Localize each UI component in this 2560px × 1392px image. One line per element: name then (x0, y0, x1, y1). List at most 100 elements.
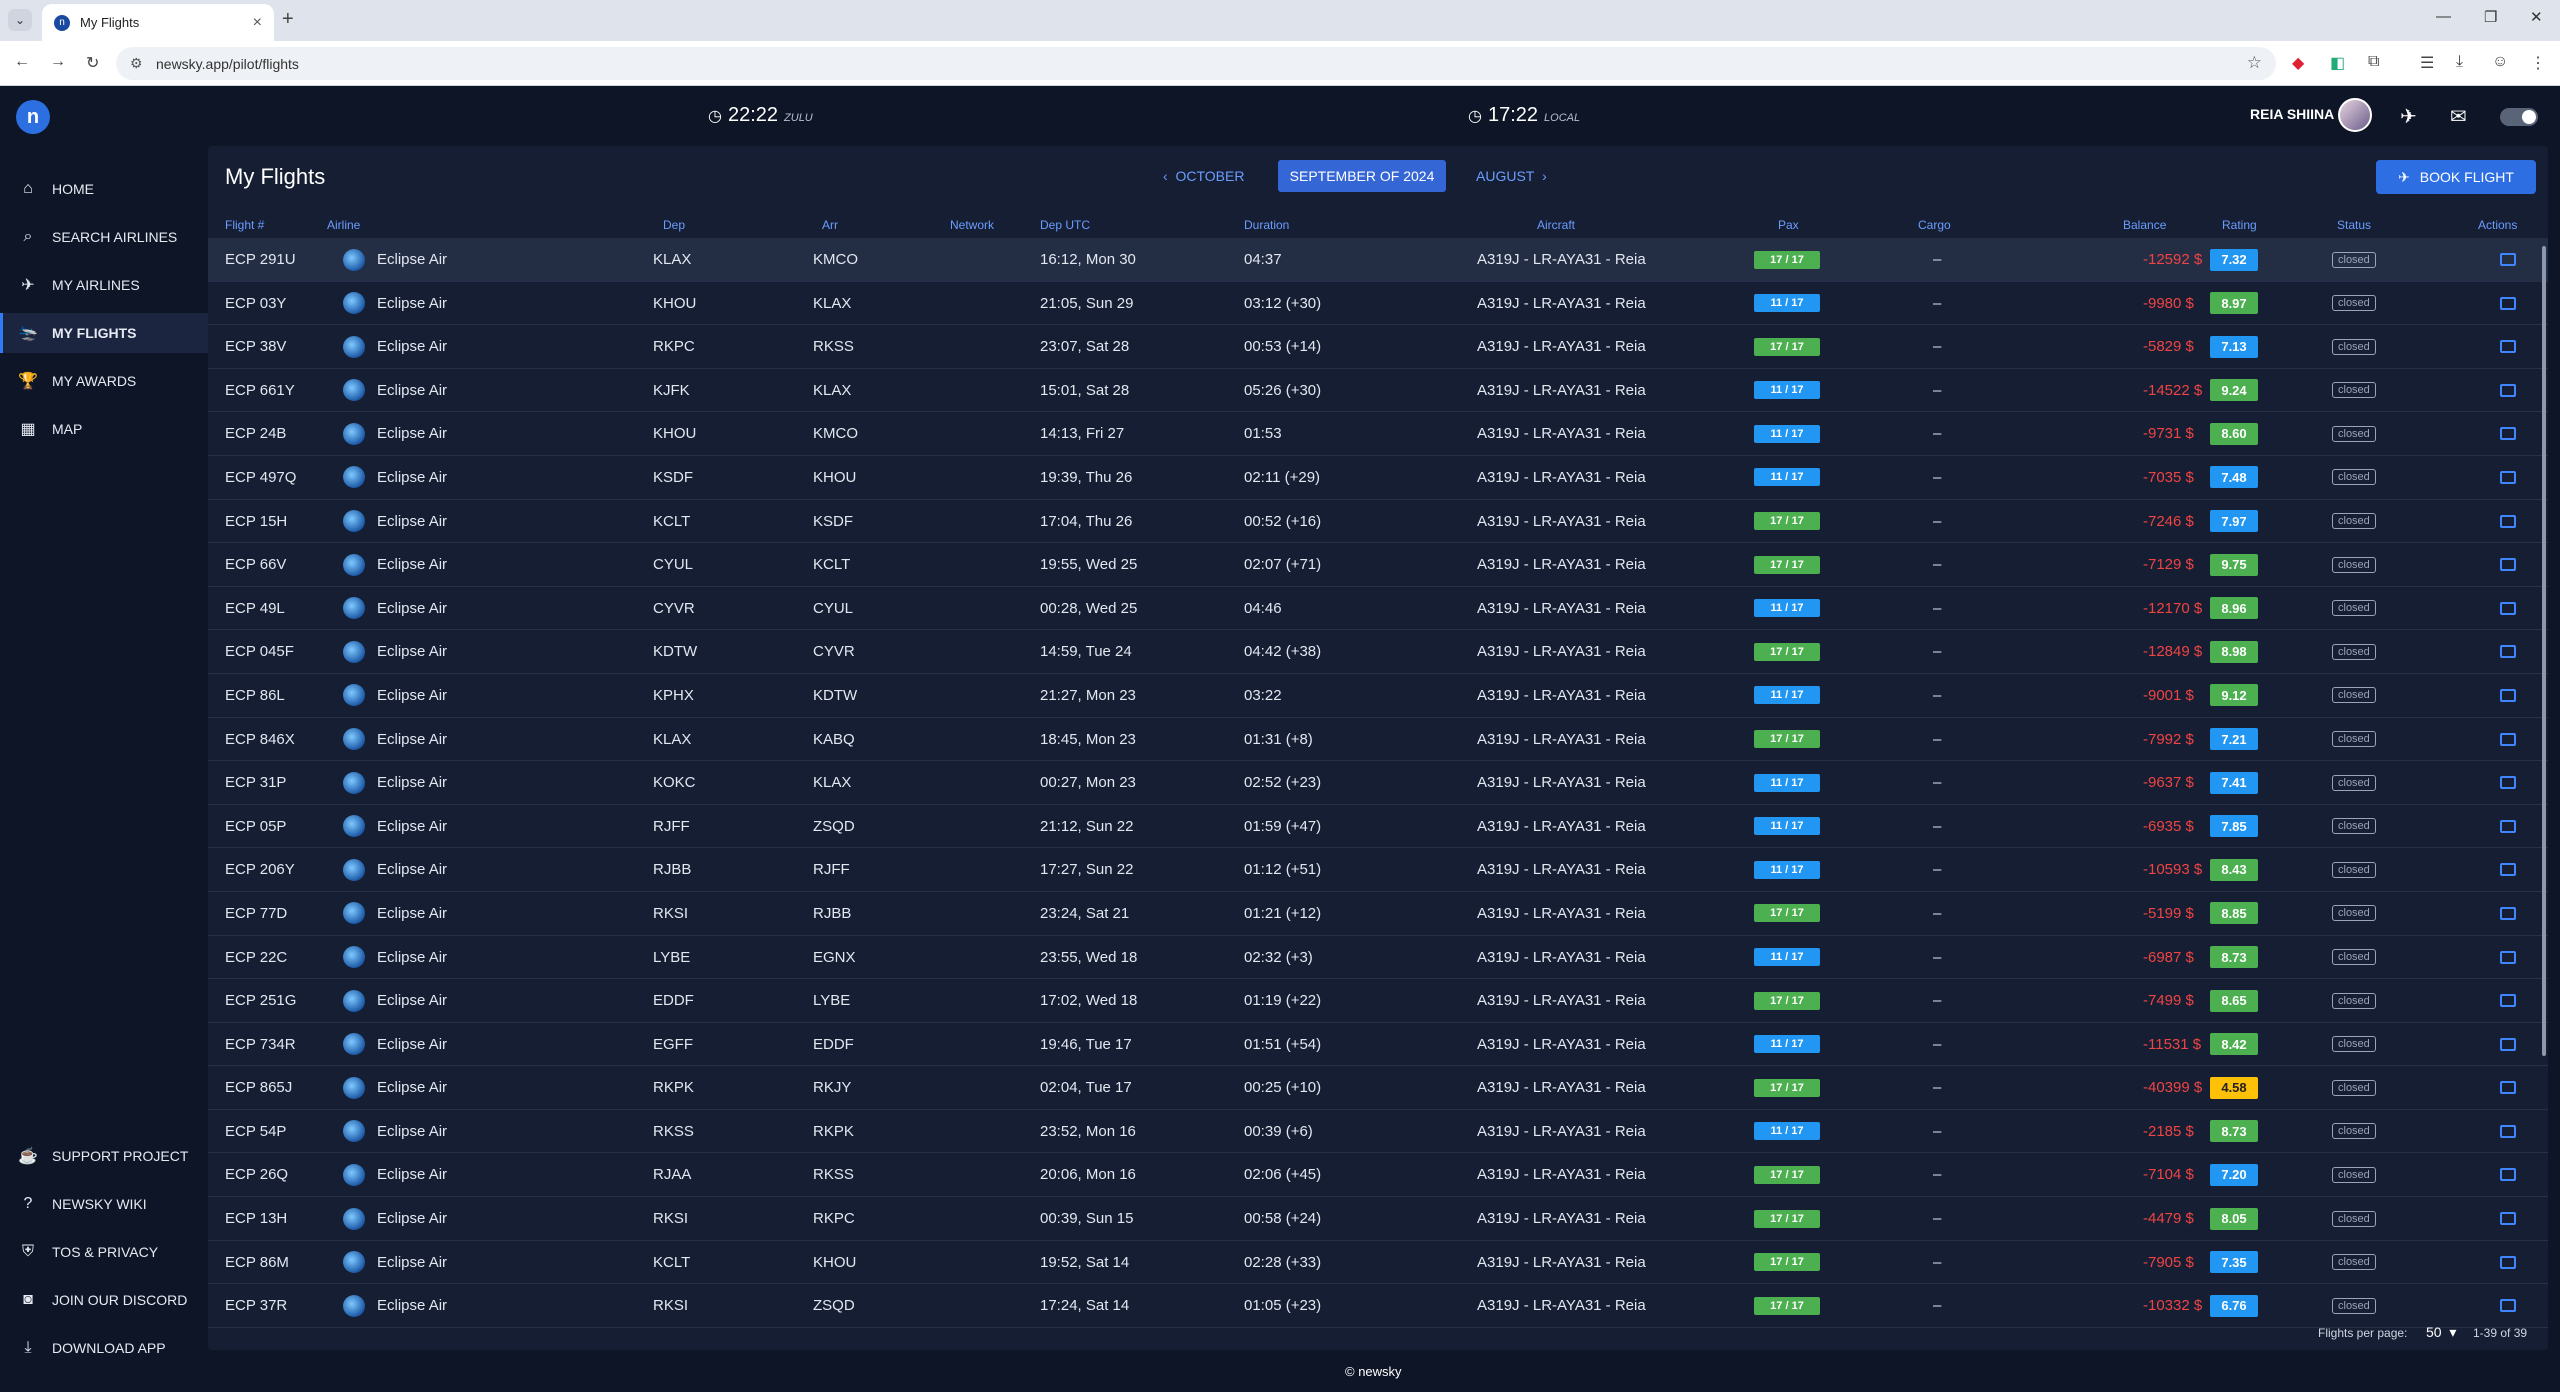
table-row[interactable]: ECP 26Q Eclipse Air RJAA RKSS 20:06, Mon 16 0… (208, 1153, 2548, 1198)
column-header-network[interactable]: Network (950, 218, 994, 232)
column-header-flight-[interactable]: Flight # (225, 218, 264, 232)
view-details-icon[interactable] (2500, 645, 2516, 659)
table-row[interactable]: ECP 86M Eclipse Air KCLT KHOU 19:52, Sat 14 0… (208, 1241, 2548, 1285)
reading-list-icon[interactable]: ☰ (2420, 53, 2434, 73)
view-details-icon[interactable] (2500, 776, 2516, 790)
view-details-icon[interactable] (2500, 1168, 2516, 1182)
column-header-dep[interactable]: Dep (663, 218, 685, 232)
sidebar-item-tos-privacy[interactable]: ⛨ TOS & PRIVACY (0, 1232, 208, 1272)
browser-tab[interactable]: n My Flights × (42, 4, 274, 41)
sidebar-item-my-awards[interactable]: 🏆 MY AWARDS (0, 361, 208, 401)
download-icon[interactable]: ⤓ (2456, 53, 2463, 71)
view-details-icon[interactable] (2500, 1037, 2516, 1051)
table-row[interactable]: ECP 251G Eclipse Air EDDF LYBE 17:02, Wed 18… (208, 979, 2548, 1023)
view-details-icon[interactable] (2500, 732, 2516, 746)
column-header-dep-utc[interactable]: Dep UTC (1040, 218, 1090, 232)
tab-search-icon[interactable]: ⌄ (8, 9, 32, 31)
view-details-icon[interactable] (2500, 994, 2516, 1008)
table-row[interactable]: ECP 865J Eclipse Air RKPK RKJY 02:04, Tue 17… (208, 1066, 2548, 1110)
view-details-icon[interactable] (2500, 819, 2516, 833)
sidebar-item-home[interactable]: ⌂ HOME (0, 169, 208, 209)
table-row[interactable]: ECP 86L Eclipse Air KPHX KDTW 21:27, Mon 23 0… (208, 674, 2548, 718)
next-month-button[interactable]: AUGUST › (1476, 168, 1547, 184)
view-details-icon[interactable] (2500, 296, 2516, 310)
profile-icon[interactable]: ☺ (2492, 53, 2508, 71)
site-info-icon[interactable]: ⚙ (130, 55, 143, 72)
column-header-actions[interactable]: Actions (2478, 218, 2517, 232)
view-details-icon[interactable] (2500, 601, 2516, 615)
table-row[interactable]: ECP 54P Eclipse Air RKSS RKPK 23:52, Mon 16 0… (208, 1110, 2548, 1154)
column-header-airline[interactable]: Airline (327, 218, 360, 232)
sidebar-item-search-airlines[interactable]: ⌕ SEARCH AIRLINES (0, 217, 208, 257)
table-row[interactable]: ECP 24B Eclipse Air KHOU KMCO 14:13, Fri 27 0… (208, 412, 2548, 456)
view-details-icon[interactable] (2500, 863, 2516, 877)
view-details-icon[interactable] (2500, 340, 2516, 354)
column-header-balance[interactable]: Balance (2123, 218, 2166, 232)
view-details-icon[interactable] (2500, 383, 2516, 397)
view-details-icon[interactable] (2500, 688, 2516, 702)
column-header-arr[interactable]: Arr (822, 218, 838, 232)
book-flight-button[interactable]: ✈ BOOK FLIGHT (2376, 160, 2536, 194)
restore-icon[interactable]: ❐ (2484, 8, 2497, 26)
view-details-icon[interactable] (2500, 1124, 2516, 1138)
column-header-status[interactable]: Status (2337, 218, 2371, 232)
table-row[interactable]: ECP 15H Eclipse Air KCLT KSDF 17:04, Thu 26 0… (208, 500, 2548, 544)
browser-menu-icon[interactable]: ⋮ (2530, 53, 2546, 73)
extension-icon[interactable]: ◧ (2330, 53, 2345, 73)
reload-icon[interactable]: ↻ (86, 53, 99, 73)
mail-icon[interactable]: ✉ (2450, 104, 2467, 129)
newsky-logo[interactable]: n (16, 100, 50, 134)
close-tab-icon[interactable]: × (253, 14, 262, 32)
window-close-icon[interactable]: ✕ (2530, 8, 2543, 26)
view-details-icon[interactable] (2500, 253, 2516, 266)
per-page-select[interactable]: 50 ▾ (2426, 1324, 2456, 1341)
column-header-pax[interactable]: Pax (1778, 218, 1799, 232)
view-details-icon[interactable] (2500, 906, 2516, 920)
table-row[interactable]: ECP 045F Eclipse Air KDTW CYVR 14:59, Tue 24… (208, 630, 2548, 674)
view-details-icon[interactable] (2500, 470, 2516, 484)
extensions-puzzle-icon[interactable]: ⧉ (2368, 53, 2379, 71)
view-details-icon[interactable] (2500, 1299, 2516, 1313)
view-details-icon[interactable] (2500, 1255, 2516, 1269)
current-month-button[interactable]: SEPTEMBER OF 2024 (1278, 160, 1446, 192)
table-row[interactable]: ECP 38V Eclipse Air RKPC RKSS 23:07, Sat 28 0… (208, 325, 2548, 369)
view-details-icon[interactable] (2500, 1081, 2516, 1095)
table-row[interactable]: ECP 734R Eclipse Air EGFF EDDF 19:46, Tue 17… (208, 1023, 2548, 1067)
column-header-rating[interactable]: Rating (2222, 218, 2257, 232)
sidebar-item-map[interactable]: ▦ MAP (0, 409, 208, 449)
table-row[interactable]: ECP 49L Eclipse Air CYVR CYUL 00:28, Wed 25 0… (208, 587, 2548, 631)
table-row[interactable]: ECP 661Y Eclipse Air KJFK KLAX 15:01, Sat 28… (208, 369, 2548, 413)
scrollbar[interactable] (2542, 246, 2546, 1056)
view-details-icon[interactable] (2500, 950, 2516, 964)
table-row[interactable]: ECP 846X Eclipse Air KLAX KABQ 18:45, Mon 23… (208, 718, 2548, 762)
table-row[interactable]: ECP 31P Eclipse Air KOKC KLAX 00:27, Mon 23 0… (208, 761, 2548, 805)
minimize-icon[interactable]: — (2436, 8, 2451, 25)
sidebar-item-my-airlines[interactable]: ✈ MY AIRLINES (0, 265, 208, 305)
table-row[interactable]: ECP 22C Eclipse Air LYBE EGNX 23:55, Wed 18 0… (208, 936, 2548, 980)
table-row[interactable]: ECP 497Q Eclipse Air KSDF KHOU 19:39, Thu 26… (208, 456, 2548, 500)
view-details-icon[interactable] (2500, 514, 2516, 528)
address-bar[interactable]: ⚙ newsky.app/pilot/flights ☆ (116, 47, 2276, 80)
table-row[interactable]: ECP 03Y Eclipse Air KHOU KLAX 21:05, Sun 29 0… (208, 282, 2548, 326)
sidebar-item-join-our-discord[interactable]: ◙ JOIN OUR DISCORD (0, 1280, 208, 1320)
bookmark-star-icon[interactable]: ☆ (2247, 53, 2262, 73)
sidebar-item-download-app[interactable]: ⤓ DOWNLOAD APP (0, 1328, 208, 1368)
sidebar-item-newsky-wiki[interactable]: ? NEWSKY WIKI (0, 1184, 208, 1224)
column-header-duration[interactable]: Duration (1244, 218, 1289, 232)
forward-icon[interactable]: → (50, 53, 66, 71)
avatar[interactable] (2338, 98, 2372, 132)
table-row[interactable]: ECP 291U Eclipse Air KLAX KMCO 16:12, Mon 30… (208, 238, 2548, 282)
column-header-aircraft[interactable]: Aircraft (1537, 218, 1575, 232)
column-header-cargo[interactable]: Cargo (1918, 218, 1951, 232)
extension-icon[interactable]: ◆ (2292, 53, 2304, 73)
view-details-icon[interactable] (2500, 427, 2516, 441)
sidebar-item-support-project[interactable]: ☕ SUPPORT PROJECT (0, 1136, 208, 1176)
view-details-icon[interactable] (2500, 558, 2516, 572)
table-row[interactable]: ECP 206Y Eclipse Air RJBB RJFF 17:27, Sun 22… (208, 848, 2548, 892)
table-row[interactable]: ECP 66V Eclipse Air CYUL KCLT 19:55, Wed 25 0… (208, 543, 2548, 587)
sidebar-item-my-flights[interactable]: 🛬 MY FLIGHTS (0, 313, 208, 353)
table-row[interactable]: ECP 13H Eclipse Air RKSI RKPC 00:39, Sun 15 0… (208, 1197, 2548, 1241)
prev-month-button[interactable]: ‹ OCTOBER (1163, 168, 1244, 184)
theme-toggle[interactable] (2500, 108, 2538, 126)
back-icon[interactable]: ← (14, 53, 30, 71)
